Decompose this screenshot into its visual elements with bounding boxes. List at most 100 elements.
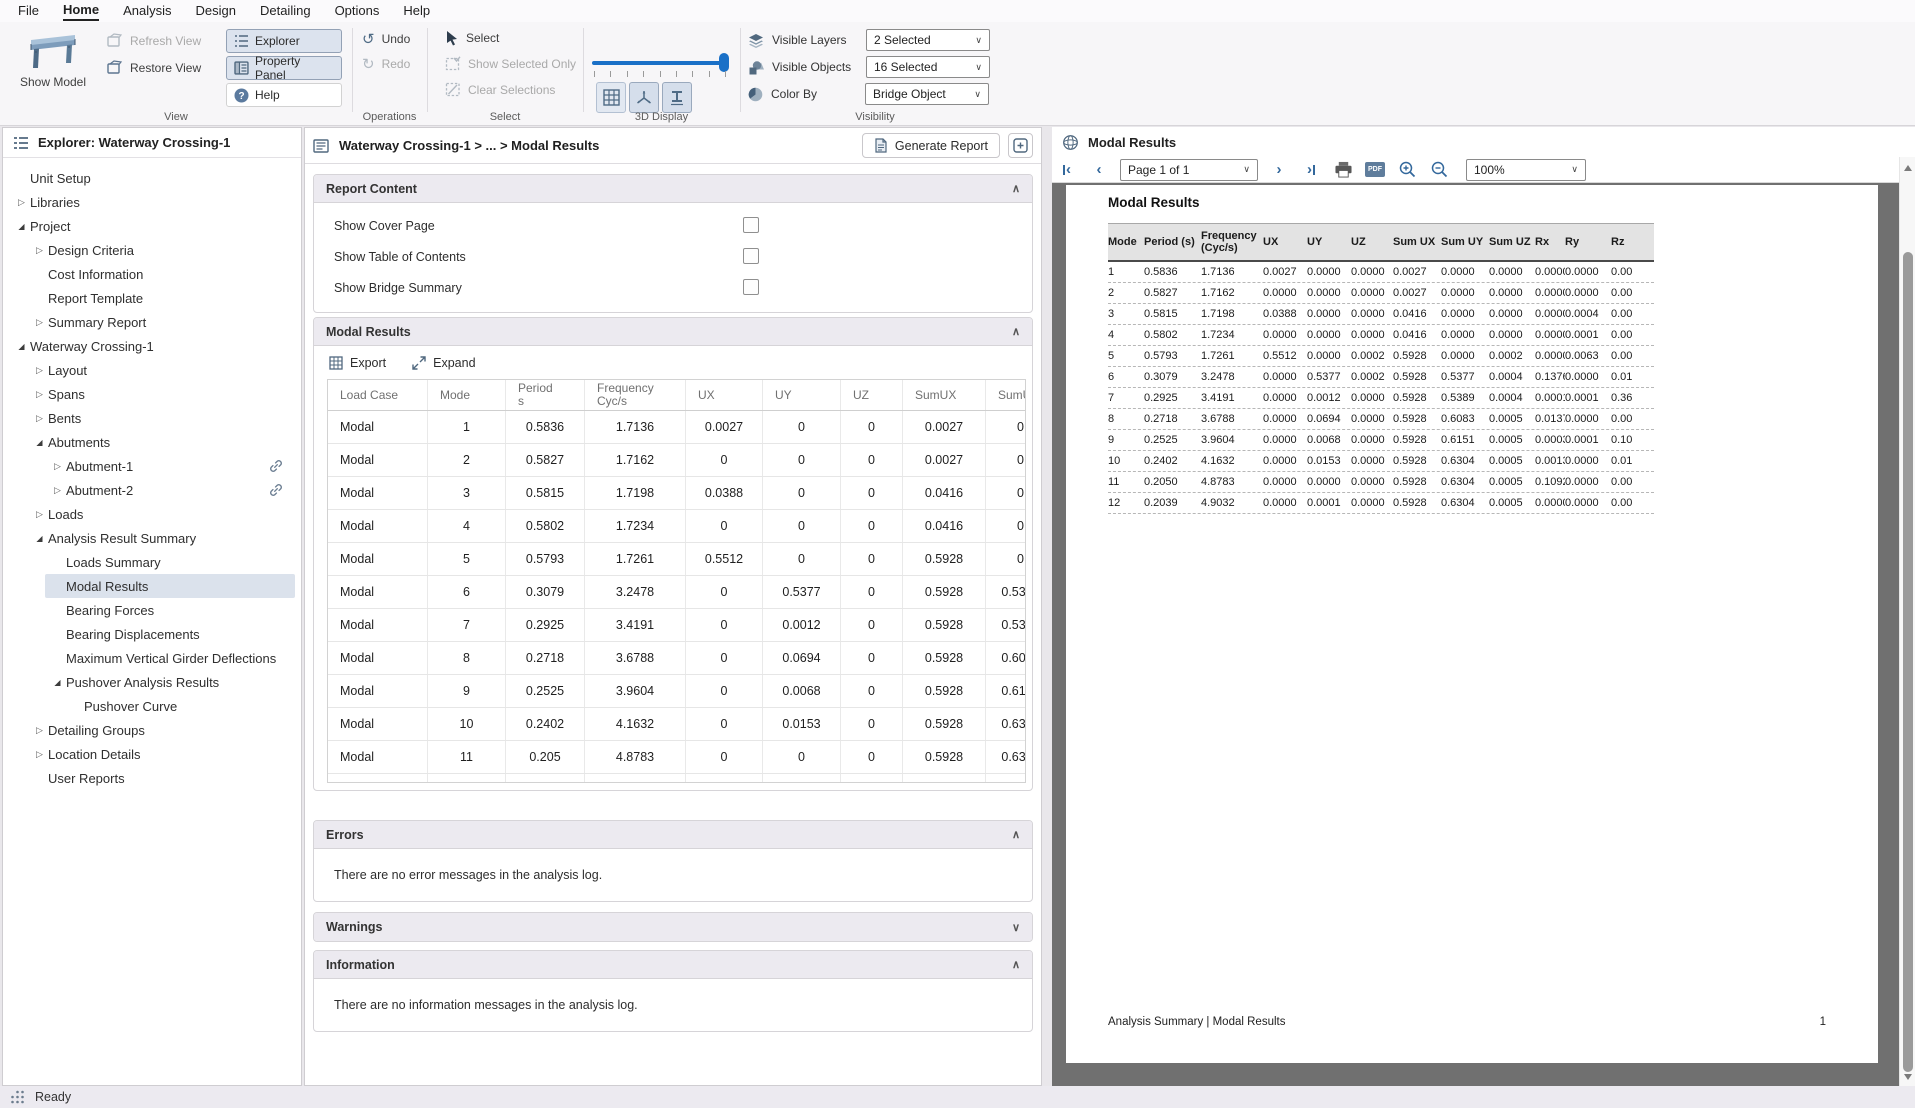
tree-collapsed-icon[interactable]: ▷ (49, 485, 66, 496)
tree-collapsed-icon[interactable]: ▷ (31, 245, 48, 256)
grid-display-button[interactable] (596, 82, 626, 113)
previous-page-button[interactable]: ‹ (1088, 159, 1110, 181)
scrollbar-thumb[interactable] (1903, 252, 1913, 1072)
menu-item-help[interactable]: Help (391, 0, 442, 22)
undo-button[interactable]: ↺ Undo (362, 30, 410, 48)
menu-item-options[interactable]: Options (323, 0, 392, 22)
tree-collapsed-icon[interactable]: ▷ (49, 461, 66, 472)
zoom-level-dropdown[interactable]: 100% ∨ (1466, 159, 1586, 181)
export-button[interactable]: Export (329, 356, 386, 370)
visible-objects-dropdown[interactable]: 16 Selected∨ (866, 56, 990, 78)
tree-collapsed-icon[interactable]: ▷ (31, 389, 48, 400)
tree-collapsed-icon[interactable]: ▷ (31, 317, 48, 328)
scroll-down-arrow[interactable] (1904, 1074, 1912, 1080)
property-panel-toggle-button[interactable]: Property Panel (226, 56, 342, 80)
page-select-dropdown[interactable]: Page 1 of 1 ∨ (1120, 159, 1258, 181)
menu-item-analysis[interactable]: Analysis (111, 0, 183, 22)
axes-display-button[interactable] (629, 82, 659, 113)
tree-collapsed-icon[interactable]: ▷ (31, 749, 48, 760)
tree-expanded-icon[interactable]: ◢ (49, 678, 66, 687)
column-header-mode[interactable]: Mode (428, 380, 506, 410)
menu-item-file[interactable]: File (6, 0, 51, 22)
tree-item-layout[interactable]: ▷Layout (3, 358, 301, 382)
column-header-ux[interactable]: UX (686, 380, 763, 410)
preview-vertical-scrollbar[interactable] (1899, 157, 1915, 1086)
add-report-button[interactable] (1008, 133, 1033, 158)
tree-item-loads-summary[interactable]: Loads Summary (3, 550, 301, 574)
tree-item-unit-setup[interactable]: Unit Setup (3, 166, 301, 190)
column-header-frequency[interactable]: FrequencyCyc/s (585, 380, 686, 410)
last-page-button[interactable]: › (1300, 159, 1322, 181)
print-button[interactable] (1332, 159, 1354, 181)
generate-report-button[interactable]: Generate Report (862, 133, 1000, 158)
tree-expanded-icon[interactable]: ◢ (13, 222, 30, 231)
modal-table-row[interactable]: Modal100.24024.163200.015300.59280.6304 (328, 708, 1025, 741)
information-header[interactable]: Information ∧ (314, 951, 1032, 979)
tree-expanded-icon[interactable]: ◢ (31, 534, 48, 543)
tree-item-bearing-displacements[interactable]: Bearing Displacements (3, 622, 301, 646)
menu-item-detailing[interactable]: Detailing (248, 0, 323, 22)
column-header-sumuy[interactable]: SumUY (986, 380, 1026, 410)
tree-item-abutment-1[interactable]: ▷Abutment-1 (3, 454, 301, 478)
tree-item-spans[interactable]: ▷Spans (3, 382, 301, 406)
tree-item-modal-results[interactable]: Modal Results (3, 574, 301, 598)
tree-item-cost-information[interactable]: Cost Information (3, 262, 301, 286)
column-header-sumux[interactable]: SumUX (903, 380, 986, 410)
modal-table-row[interactable]: Modal20.58271.71620000.00270 (328, 444, 1025, 477)
tree-collapsed-icon[interactable]: ▷ (31, 365, 48, 376)
tree-item-analysis-result-summary[interactable]: ◢Analysis Result Summary (3, 526, 301, 550)
redo-button[interactable]: ↻ Redo (362, 55, 410, 73)
column-header-uz[interactable]: UZ (841, 380, 903, 410)
tree-collapsed-icon[interactable]: ▷ (13, 197, 30, 208)
column-header-period[interactable]: Periods (506, 380, 585, 410)
tree-item-bents[interactable]: ▷Bents (3, 406, 301, 430)
clear-selections-button[interactable]: Clear Selections (445, 82, 555, 97)
tree-item-pushover-curve[interactable]: Pushover Curve (3, 694, 301, 718)
expand-chevron-icon[interactable]: ∨ (1012, 921, 1020, 934)
menu-item-design[interactable]: Design (184, 0, 248, 22)
tree-item-loads[interactable]: ▷Loads (3, 502, 301, 526)
report-content-header[interactable]: Report Content ∧ (314, 175, 1032, 203)
modal-table-row[interactable]: Modal70.29253.419100.001200.59280.5389 (328, 609, 1025, 642)
display-quality-slider[interactable] (592, 61, 728, 65)
tree-item-location-details[interactable]: ▷Location Details (3, 742, 301, 766)
tree-item-abutment-2[interactable]: ▷Abutment-2 (3, 478, 301, 502)
checkbox-show-cover-page[interactable] (743, 217, 759, 233)
show-model-button[interactable]: Show Model (14, 32, 92, 89)
ibeam-display-button[interactable] (662, 82, 692, 113)
modal-table-row[interactable]: Modal10.58361.71360.0027000.00270 (328, 411, 1025, 444)
tree-item-detailing-groups[interactable]: ▷Detailing Groups (3, 718, 301, 742)
tree-expanded-icon[interactable]: ◢ (13, 342, 30, 351)
modal-table-row[interactable]: Modal110.2054.87830000.59280.6304 (328, 741, 1025, 774)
tree-collapsed-icon[interactable]: ▷ (31, 509, 48, 520)
tree-collapsed-icon[interactable]: ▷ (31, 413, 48, 424)
select-button[interactable]: Select (445, 30, 499, 46)
help-button[interactable]: ? Help (226, 83, 342, 107)
tree-item-report-template[interactable]: Report Template (3, 286, 301, 310)
explorer-toggle-button[interactable]: Explorer (226, 29, 342, 53)
tree-item-project[interactable]: ◢Project (3, 214, 301, 238)
show-selected-only-button[interactable]: Show Selected Only (445, 56, 576, 71)
scroll-up-arrow[interactable] (1904, 165, 1912, 171)
tree-item-libraries[interactable]: ▷Libraries (3, 190, 301, 214)
modal-table-row[interactable]: Modal30.58151.71980.0388000.04160 (328, 477, 1025, 510)
modal-table-row[interactable]: Modal90.25253.960400.006800.59280.6151 (328, 675, 1025, 708)
next-page-button[interactable]: › (1268, 159, 1290, 181)
color-by-dropdown[interactable]: Bridge Object∨ (865, 83, 989, 105)
tree-item-waterway-crossing-1[interactable]: ◢Waterway Crossing-1 (3, 334, 301, 358)
tree-item-summary-report[interactable]: ▷Summary Report (3, 310, 301, 334)
display-quality-slider-handle[interactable] (719, 53, 729, 72)
menu-item-home[interactable]: Home (51, 0, 111, 22)
zoom-in-button[interactable] (1396, 159, 1418, 181)
tree-item-design-criteria[interactable]: ▷Design Criteria (3, 238, 301, 262)
checkbox-show-bridge-summary[interactable] (743, 279, 759, 295)
tree-item-abutments[interactable]: ◢Abutments (3, 430, 301, 454)
modal-table-row[interactable]: Modal50.57931.72610.5512000.59280 (328, 543, 1025, 576)
tree-item-user-reports[interactable]: User Reports (3, 766, 301, 790)
refresh-view-button[interactable]: Refresh View (106, 33, 201, 49)
modal-table-row[interactable]: Modal80.27183.678800.069400.59280.6083 (328, 642, 1025, 675)
tree-item-pushover-analysis-results[interactable]: ◢Pushover Analysis Results (3, 670, 301, 694)
collapse-chevron-icon[interactable]: ∧ (1012, 325, 1020, 338)
checkbox-show-table-of-contents[interactable] (743, 248, 759, 264)
expand-button[interactable]: Expand (412, 356, 475, 370)
